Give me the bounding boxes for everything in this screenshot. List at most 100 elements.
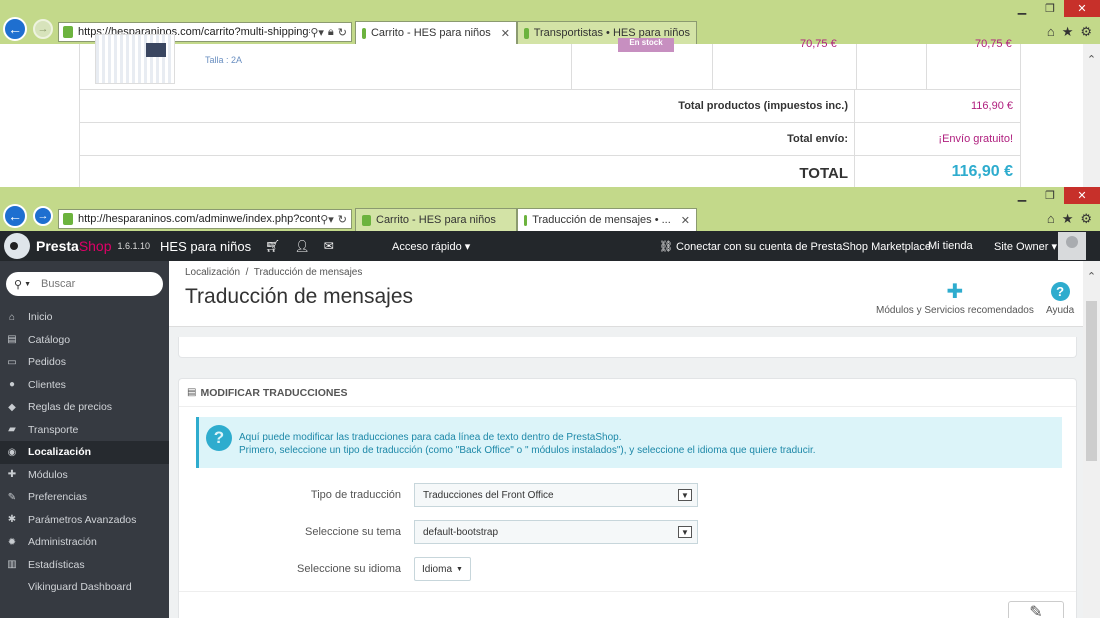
sidebar-item-label: Vikinguard Dashboard	[28, 581, 132, 594]
lock-icon[interactable]: 🔒︎	[328, 26, 334, 39]
field-label: Seleccione su tema	[305, 526, 401, 538]
tab-favicon-icon	[362, 214, 371, 226]
admin-browser-window: ← → http://hesparaninos.com/adminwe/inde…	[0, 187, 1100, 618]
chevron-down-icon[interactable]: ▼	[24, 281, 31, 288]
sidebar-item-estad-sticas[interactable]: ▥ Estadísticas	[0, 554, 169, 577]
site-owner-menu[interactable]: Site Owner ▾	[994, 240, 1057, 253]
sidebar-item-vikinguard-dashboard[interactable]: Vikinguard Dashboard	[0, 576, 169, 599]
close-tab-icon[interactable]: ✕	[681, 214, 690, 227]
address-url[interactable]: http://hesparaninos.com/adminwe/index.ph…	[78, 213, 320, 225]
search-icon[interactable]: ⚲▾	[310, 26, 324, 39]
sidebar-item-m-dulos[interactable]: ✚ Módulos	[0, 464, 169, 487]
envelope-icon[interactable]: ✉	[324, 239, 334, 253]
previous-panel	[178, 337, 1077, 358]
page-title: Traducción de mensajes	[185, 285, 414, 308]
sidebar-item-administraci-n[interactable]: ✹ Administración	[0, 531, 169, 554]
maximize-icon[interactable]: ❐	[1036, 0, 1064, 17]
sidebar-item-par-metros-avanzados[interactable]: ✱ Parámetros Avanzados	[0, 509, 169, 532]
chevron-down-icon[interactable]: ▼	[678, 526, 692, 538]
brand-name[interactable]: PrestaShop	[36, 238, 112, 254]
settings-gear-icon[interactable]: ⚙	[1080, 24, 1092, 40]
search-input[interactable]	[41, 278, 141, 290]
sidebar-item-label: Estadísticas	[28, 558, 85, 571]
search-icon[interactable]: ⚲	[14, 278, 22, 291]
summary-label: Total productos (impuestos inc.)	[678, 100, 848, 112]
puzzle-icon: ✚	[7, 469, 17, 481]
tag-icon: ◆	[8, 401, 16, 413]
translation-type-select[interactable]: Traducciones del Front Office ▼	[414, 483, 698, 507]
tab-carrito[interactable]: Carrito - HES para niños	[355, 208, 517, 231]
alert-text: Primero, seleccione un tipo de traducció…	[239, 445, 816, 456]
close-window-icon[interactable]: ✕	[1064, 0, 1100, 17]
scrollbar-thumb[interactable]	[1086, 301, 1097, 461]
wrench-icon: ✎	[7, 491, 17, 503]
sidebar-item-inicio[interactable]: ⌂ Inicio	[0, 306, 169, 329]
sidebar-search[interactable]: ⚲ ▼	[6, 272, 163, 296]
back-button[interactable]: ←	[3, 17, 27, 41]
product-thumbnail[interactable]	[95, 34, 175, 84]
summary-value: ¡Envío gratuito!	[938, 133, 1013, 145]
modify-translations-panel: ▤ Modificar traducciones ? Aquí puede mo…	[178, 378, 1077, 618]
sidebar-item-preferencias[interactable]: ✎ Preferencias	[0, 486, 169, 509]
tab-favicon-icon	[524, 214, 528, 226]
settings-gear-icon[interactable]: ⚙	[1080, 211, 1092, 227]
theme-row: Seleccione su tema default-bootstrap ▼	[179, 520, 1076, 544]
prestashop-logo-icon[interactable]	[4, 233, 30, 259]
scroll-up-icon[interactable]: ⌃	[1083, 44, 1100, 66]
edit-button[interactable]: ✎	[1008, 601, 1064, 618]
sidebar-item-reglas-de-precios[interactable]: ◆ Reglas de precios	[0, 396, 169, 419]
grand-total-value: 116,90 €	[951, 163, 1013, 180]
browser-chrome: ← → http://hesparaninos.com/adminwe/inde…	[0, 187, 1100, 231]
breadcrumb-item[interactable]: Localización	[185, 267, 240, 278]
tab-label: Carrito - HES para niños	[370, 27, 491, 39]
sidebar-item-clientes[interactable]: ● Clientes	[0, 374, 169, 397]
close-window-icon[interactable]: ✕	[1064, 187, 1100, 204]
forward-button[interactable]: →	[33, 19, 53, 39]
help-button[interactable]: ? Ayuda	[1046, 279, 1074, 316]
shop-name-link[interactable]: HES para niños	[160, 239, 251, 254]
user-icon[interactable]: 👤︎	[294, 239, 309, 253]
minimize-icon[interactable]: ▁	[1008, 187, 1036, 204]
marketplace-connect-link[interactable]: ⛓ Conectar con su cuenta de PrestaShop M…	[659, 240, 931, 253]
home-icon[interactable]: ⌂	[1047, 211, 1055, 227]
refresh-icon[interactable]: ↻	[338, 26, 347, 39]
minimize-icon[interactable]: ▁	[1008, 0, 1036, 17]
search-icon[interactable]: ⚲▾	[320, 213, 334, 226]
sidebar-item-cat-logo[interactable]: ▤ Catálogo	[0, 329, 169, 352]
cart-icon[interactable]: 🛒︎	[265, 239, 280, 253]
page-scrollbar[interactable]: ⌃	[1083, 261, 1100, 618]
my-shop-link[interactable]: Mi tienda	[928, 240, 973, 252]
language-dropdown-button[interactable]: Idioma ▼	[414, 557, 471, 581]
book-icon: ▤	[7, 334, 17, 346]
theme-select[interactable]: default-bootstrap ▼	[414, 520, 698, 544]
scroll-up-icon[interactable]: ⌃	[1083, 261, 1100, 283]
puzzle-icon: ✚	[946, 281, 964, 303]
refresh-icon[interactable]: ↻	[338, 213, 347, 226]
tab-traduccion[interactable]: Traducción de mensajes • ... ✕	[517, 208, 697, 231]
bar-chart-icon: ▥	[7, 559, 17, 571]
favorites-star-icon[interactable]: ★	[1062, 211, 1074, 227]
window-controls: ▁ ❐ ✕	[1008, 187, 1100, 204]
sidebar-item-label: Preferencias	[28, 491, 87, 504]
forward-button[interactable]: →	[33, 206, 53, 226]
quick-access-menu[interactable]: Acceso rápido ▾	[392, 240, 470, 253]
back-button[interactable]: ←	[3, 204, 27, 228]
sidebar-item-pedidos[interactable]: ▭ Pedidos	[0, 351, 169, 374]
close-tab-icon[interactable]: ✕	[501, 27, 510, 40]
home-icon[interactable]: ⌂	[1047, 24, 1055, 40]
page-scrollbar[interactable]: ⌃	[1083, 44, 1100, 187]
tab-carrito[interactable]: Carrito - HES para niños ✕	[355, 21, 517, 44]
maximize-icon[interactable]: ❐	[1036, 187, 1064, 204]
avatar[interactable]	[1058, 232, 1086, 260]
field-label: Tipo de traducción	[310, 489, 401, 501]
site-favicon-icon	[63, 213, 73, 225]
sidebar-item-localizaci-n[interactable]: ◉ Localización	[0, 441, 169, 464]
address-bar[interactable]: http://hesparaninos.com/adminwe/index.ph…	[58, 209, 352, 229]
recommended-modules-button[interactable]: ✚ Módulos y Servicios recomendados	[876, 279, 1034, 316]
cart-summary-table: Talla : 2A En stock 70,75 € 70,75 € Tota…	[79, 34, 1021, 187]
favorites-star-icon[interactable]: ★	[1062, 24, 1074, 40]
sidebar-item-transporte[interactable]: ▰ Transporte	[0, 419, 169, 442]
tab-label: Carrito - HES para niños	[376, 214, 496, 226]
tab-label: Traducción de mensajes • ...	[532, 214, 671, 226]
chevron-down-icon[interactable]: ▼	[678, 489, 692, 501]
